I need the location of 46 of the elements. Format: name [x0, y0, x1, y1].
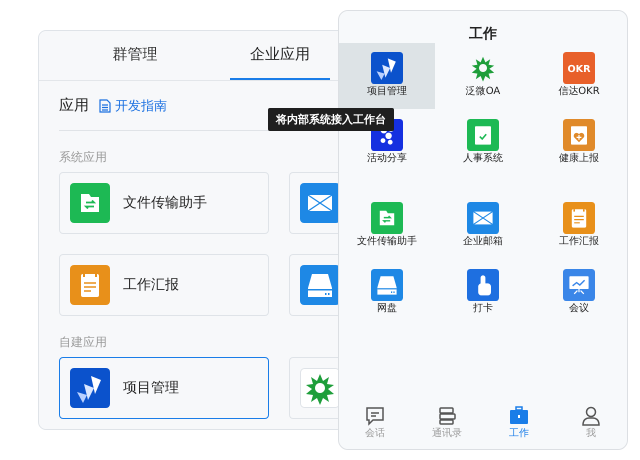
- group-label: 自建应用: [59, 334, 108, 350]
- group-label: 系统应用: [59, 149, 108, 165]
- presentation-icon: [563, 269, 595, 301]
- chat-icon: [364, 405, 386, 427]
- app-name: 项目管理: [123, 379, 179, 397]
- app-name: 工作汇报: [123, 276, 179, 294]
- envelope-icon: [467, 202, 499, 234]
- heart-document-icon: [563, 119, 595, 151]
- tab[interactable]: 群管理: [85, 31, 185, 80]
- app-card[interactable]: 文件传输助手: [59, 172, 269, 234]
- app-card[interactable]: [289, 357, 338, 419]
- folder-icon: [371, 202, 403, 234]
- briefcase-icon: [508, 405, 530, 427]
- screen-title: 工作: [469, 25, 497, 43]
- logo-icon: OKR: [563, 52, 595, 84]
- hand-pointer-icon: [467, 269, 499, 301]
- folder-icon: [70, 183, 110, 223]
- person-icon: [580, 405, 602, 427]
- chevron-logo-icon: [70, 368, 110, 408]
- guide-link[interactable]: 开发指南: [99, 96, 167, 114]
- app-tile[interactable]: 打卡: [435, 260, 531, 326]
- chevron-logo-icon: [371, 52, 403, 84]
- document-icon: [70, 265, 110, 305]
- section-heading: 应用: [59, 96, 89, 115]
- tab[interactable]: 企业应用: [230, 31, 330, 80]
- document-icon: [99, 98, 111, 112]
- app-tile[interactable]: 泛微OA: [435, 43, 531, 109]
- app-tile[interactable]: 项目管理: [339, 43, 435, 109]
- app-name: 文件传输助手: [123, 194, 207, 212]
- app-card[interactable]: [289, 254, 338, 316]
- app-tile[interactable]: 文件传输助手: [339, 193, 435, 259]
- app-card[interactable]: [289, 172, 338, 234]
- app-card[interactable]: 项目管理: [59, 357, 269, 419]
- app-tile[interactable]: 会议: [531, 260, 627, 326]
- app-tile[interactable]: OKR 信达OKR: [531, 43, 627, 109]
- checklist-icon: [467, 119, 499, 151]
- app-tile[interactable]: 健康上报: [531, 110, 627, 176]
- app-tile[interactable]: 企业邮箱: [435, 193, 531, 259]
- app-tile[interactable]: 网盘: [339, 260, 435, 326]
- drive-icon: [371, 269, 403, 301]
- app-card[interactable]: 工作汇报: [59, 254, 269, 316]
- tooltip: 将内部系统接入工作台: [268, 108, 394, 131]
- nav-tab[interactable]: 工作: [483, 405, 555, 445]
- document-icon: [563, 202, 595, 234]
- app-tile[interactable]: 人事系统: [435, 110, 531, 176]
- app-tile[interactable]: 工作汇报: [531, 193, 627, 259]
